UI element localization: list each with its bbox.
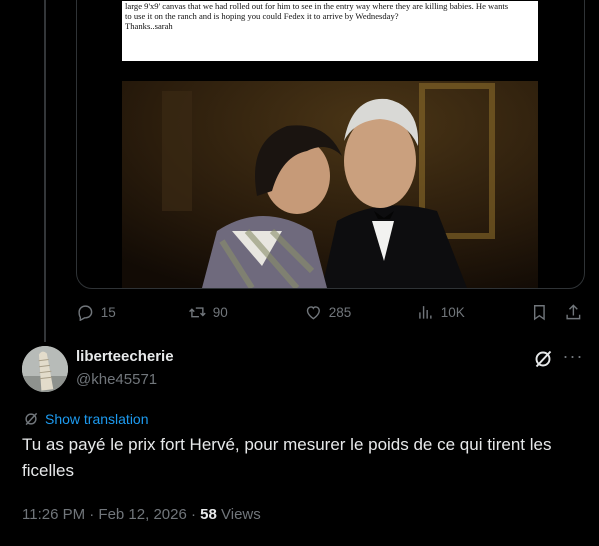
display-name[interactable]: liberteecherie — [76, 348, 174, 365]
show-translation-label: Show translation — [45, 411, 149, 427]
media-card[interactable]: large 9'x9' canvas that we had rolled ou… — [76, 0, 585, 289]
thread-connector-line — [44, 0, 46, 342]
repost-button[interactable]: 90 — [188, 298, 228, 326]
document-image: large 9'x9' canvas that we had rolled ou… — [122, 1, 538, 61]
like-count: 285 — [328, 304, 352, 320]
reply-button[interactable]: 15 — [76, 298, 116, 326]
action-bar: 15 90 285 10K — [76, 298, 586, 326]
like-icon — [306, 305, 320, 320]
user-handle[interactable]: @khe45571 — [76, 371, 157, 388]
bookmark-icon — [533, 304, 545, 320]
views-button[interactable]: 10K — [416, 298, 465, 326]
avatar[interactable] — [22, 346, 68, 392]
tweet-meta: 11:26 PM · Feb 12, 2026 · 58 Views — [22, 506, 261, 523]
translate-icon — [25, 412, 38, 426]
show-translation-link[interactable]: Show translation — [22, 410, 149, 428]
grok-icon — [535, 350, 552, 368]
document-line: large 9'x9' canvas that we had rolled ou… — [125, 1, 509, 11]
view-count: 10K — [440, 304, 465, 320]
share-button[interactable] — [564, 298, 583, 326]
views-icon — [419, 305, 432, 319]
like-button[interactable]: 285 — [304, 298, 351, 326]
share-icon — [566, 303, 581, 319]
repost-count: 90 — [212, 304, 228, 320]
more-button[interactable]: ··· — [560, 347, 586, 371]
timestamp[interactable]: 11:26 PM · Feb 12, 2026 · — [22, 506, 200, 523]
tweet-text: Tu as payé le prix fort Hervé, pour mesu… — [22, 435, 552, 480]
reply-count: 15 — [100, 304, 116, 320]
reply-icon — [78, 305, 93, 321]
view-total: 58 — [200, 506, 217, 523]
repost-icon — [189, 307, 206, 317]
bookmark-button[interactable] — [530, 298, 549, 326]
photo-image[interactable] — [122, 81, 538, 288]
grok-button[interactable] — [531, 347, 555, 371]
more-icon: ··· — [562, 346, 584, 366]
document-line: to use it on the ranch and is hoping you… — [125, 11, 399, 21]
document-line: Thanks..sarah — [125, 21, 173, 31]
views-label: Views — [216, 506, 261, 523]
